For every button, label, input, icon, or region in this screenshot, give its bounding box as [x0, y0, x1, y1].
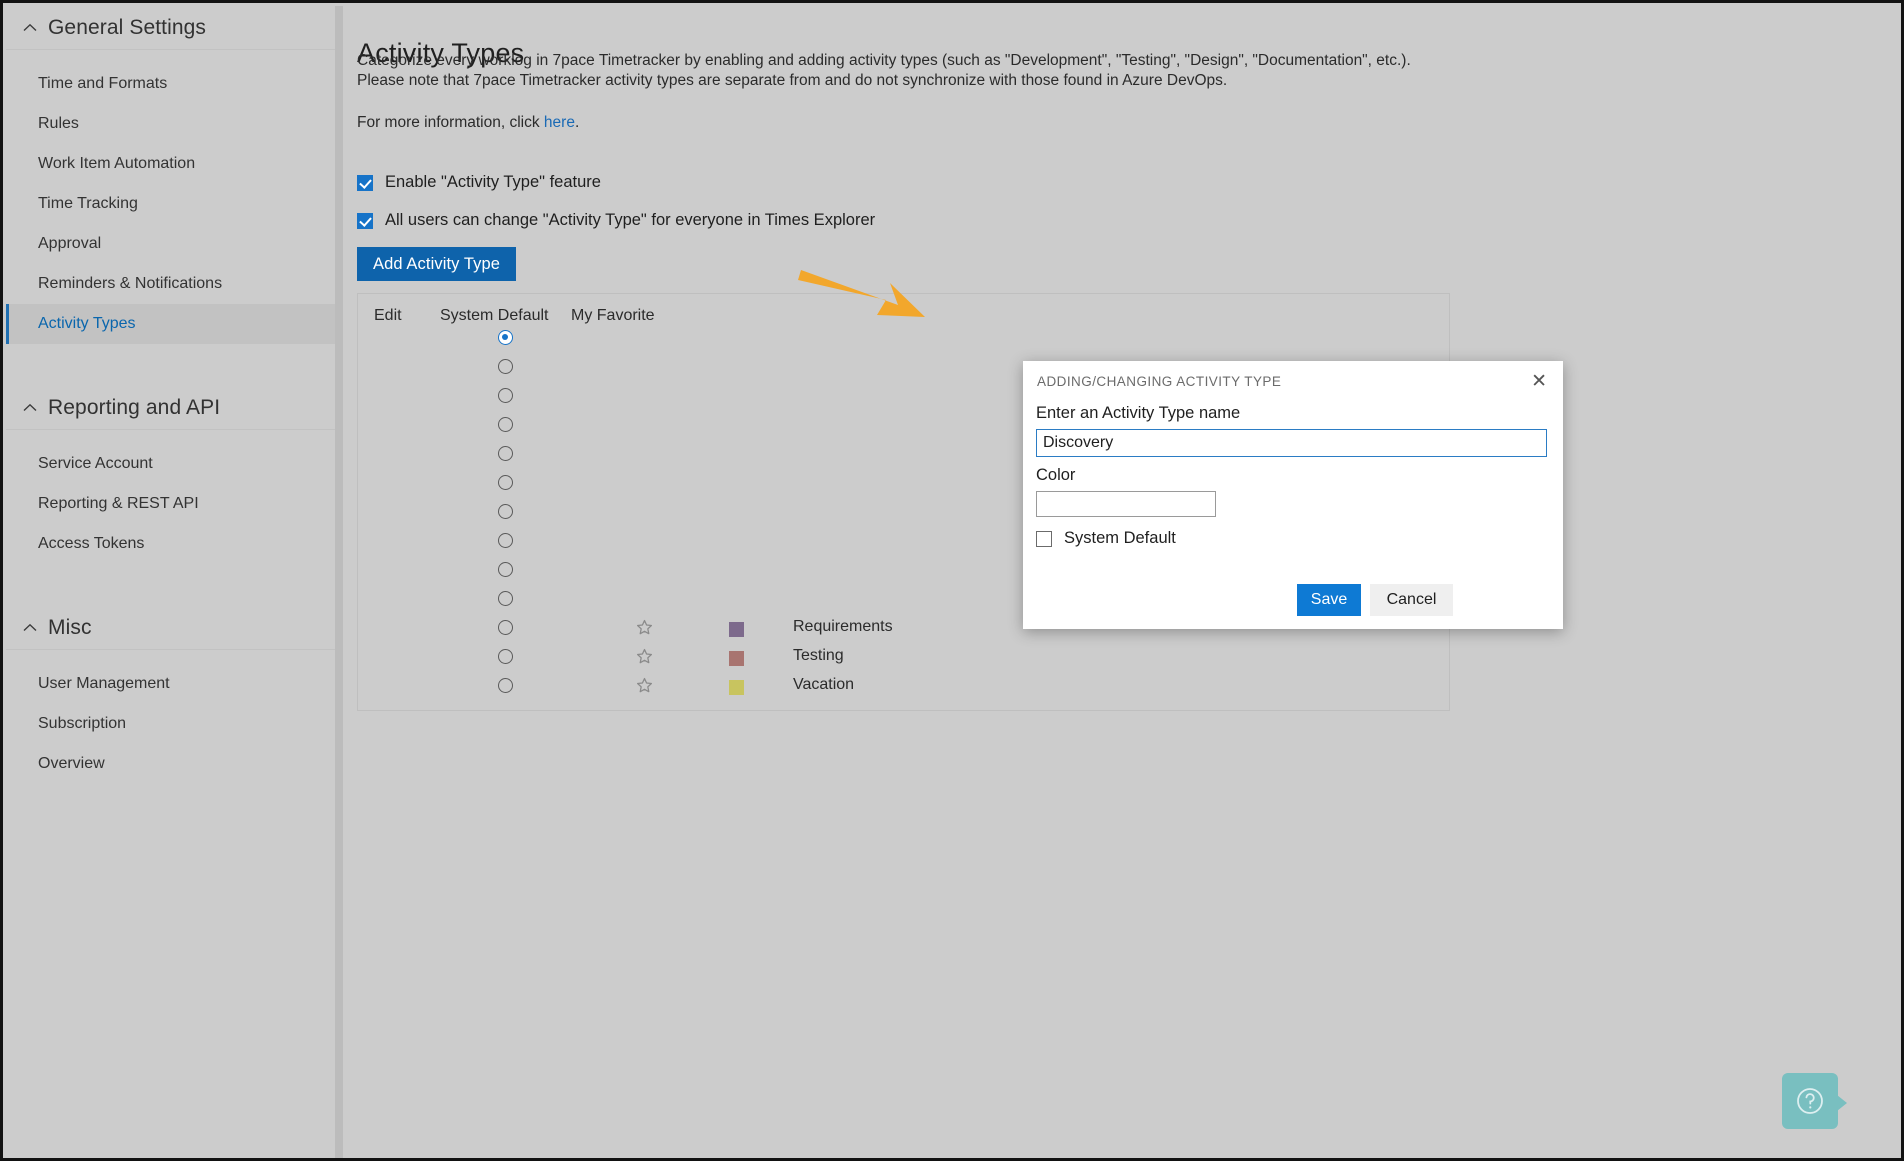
sidebar-item-user-management[interactable]: User Management	[6, 664, 335, 704]
more-information-text: For more information, click here.	[357, 114, 579, 132]
sidebar-item-subscription[interactable]: Subscription	[6, 704, 335, 744]
color-input[interactable]	[1036, 491, 1216, 517]
enable-activity-type-feature-checkbox-row[interactable]: Enable "Activity Type" feature	[357, 173, 601, 192]
system-default-radio[interactable]	[498, 678, 513, 693]
sidebar-item-label: Reminders & Notifications	[38, 275, 223, 292]
sidebar-item-rules[interactable]: Rules	[6, 104, 335, 144]
sidebar-item-access-tokens[interactable]: Access Tokens	[6, 524, 335, 564]
table-row[interactable]: Testing	[358, 645, 1449, 674]
close-icon[interactable]: ✕	[1527, 368, 1551, 395]
app-window: General Settings Time and Formats Rules …	[0, 0, 1904, 1161]
sidebar-group-label: General Settings	[48, 15, 207, 39]
system-default-radio[interactable]	[498, 388, 513, 403]
checkbox-label: All users can change "Activity Type" for…	[385, 211, 876, 229]
activity-type-name: Requirements	[793, 618, 893, 635]
page-description-line-2: Please note that 7pace Timetracker activ…	[357, 72, 1228, 89]
chevron-up-icon	[20, 398, 40, 418]
adding-changing-activity-type-dialog: ADDING/CHANGING ACTIVITY TYPE ✕ Enter an…	[1023, 361, 1563, 629]
system-default-radio[interactable]	[498, 620, 513, 635]
save-button[interactable]: Save	[1297, 584, 1361, 616]
sidebar-item-approval[interactable]: Approval	[6, 224, 335, 264]
more-info-prefix: For more information, click	[357, 114, 544, 131]
checkbox-checked-icon[interactable]	[357, 174, 373, 191]
sidebar-item-label: Reporting & REST API	[38, 495, 199, 512]
sidebar-group-misc[interactable]: Misc	[6, 606, 335, 650]
sidebar-item-work-item-automation[interactable]: Work Item Automation	[6, 144, 335, 184]
page-description-line-1: Categorize every worklog in 7pace Timetr…	[357, 52, 1411, 69]
all-users-can-change-checkbox-row[interactable]: All users can change "Activity Type" for…	[357, 211, 875, 230]
table-row[interactable]: Vacation	[358, 674, 1449, 703]
table-row[interactable]	[358, 326, 1449, 355]
sidebar-item-label: Time and Formats	[38, 75, 168, 92]
chevron-up-icon	[20, 18, 40, 38]
system-default-radio[interactable]	[498, 475, 513, 490]
sidebar-item-activity-types[interactable]: Activity Types	[6, 304, 335, 344]
system-default-radio[interactable]	[498, 562, 513, 577]
system-default-radio[interactable]	[498, 533, 513, 548]
sidebar-item-overview[interactable]: Overview	[6, 744, 335, 784]
sidebar-item-label: Time Tracking	[38, 195, 138, 212]
sidebar-group-label: Reporting and API	[48, 395, 221, 419]
sidebar-item-label: Approval	[38, 235, 102, 252]
settings-sidebar: General Settings Time and Formats Rules …	[6, 6, 335, 1158]
sidebar-group-general-settings[interactable]: General Settings	[6, 6, 335, 50]
system-default-radio[interactable]	[498, 417, 513, 432]
star-icon[interactable]	[635, 647, 654, 666]
sidebar-item-label: Rules	[38, 115, 79, 132]
sidebar-item-label: Subscription	[38, 715, 127, 732]
checkbox-checked-icon[interactable]	[357, 212, 373, 229]
system-default-radio[interactable]	[498, 591, 513, 606]
checkbox-label: Enable "Activity Type" feature	[385, 173, 601, 191]
column-header-system-default: System Default	[440, 307, 549, 324]
add-activity-type-button[interactable]: Add Activity Type	[357, 247, 517, 281]
sidebar-item-time-tracking[interactable]: Time Tracking	[6, 184, 335, 224]
star-icon[interactable]	[635, 676, 654, 695]
color-swatch	[729, 651, 744, 666]
sidebar-item-label: User Management	[38, 675, 170, 692]
cancel-button[interactable]: Cancel	[1370, 584, 1453, 616]
system-default-radio[interactable]	[498, 649, 513, 664]
help-button[interactable]	[1782, 1073, 1847, 1129]
sidebar-item-label: Activity Types	[38, 315, 136, 332]
chevron-up-icon	[20, 618, 40, 638]
dialog-title: ADDING/CHANGING ACTIVITY TYPE	[1037, 374, 1282, 389]
sidebar-item-service-account[interactable]: Service Account	[6, 444, 335, 484]
color-swatch	[729, 622, 744, 637]
column-header-my-favorite: My Favorite	[571, 307, 655, 324]
sidebar-divider	[335, 6, 343, 1158]
sidebar-item-label: Service Account	[38, 455, 153, 472]
activity-type-name: Vacation	[793, 676, 855, 693]
sidebar-group-reporting-and-api[interactable]: Reporting and API	[6, 386, 335, 430]
question-mark-icon	[1797, 1088, 1823, 1114]
dialog-system-default-checkbox-row[interactable]: System Default	[1036, 529, 1176, 548]
main-content: Activity Types Categorize every worklog …	[343, 6, 1898, 1155]
checkbox-unchecked-icon[interactable]	[1036, 530, 1052, 547]
bubble-tail	[1837, 1095, 1847, 1111]
star-icon[interactable]	[635, 618, 654, 637]
sidebar-item-label: Work Item Automation	[38, 155, 196, 172]
sidebar-item-reporting-rest-api[interactable]: Reporting & REST API	[6, 484, 335, 524]
sidebar-item-time-and-formats[interactable]: Time and Formats	[6, 64, 335, 104]
sidebar-item-reminders-notifications[interactable]: Reminders & Notifications	[6, 264, 335, 304]
activity-type-name-input[interactable]	[1036, 429, 1547, 457]
color-label: Color	[1036, 466, 1076, 484]
more-info-suffix: .	[574, 114, 580, 131]
system-default-radio[interactable]	[498, 504, 513, 519]
sidebar-item-label: Overview	[38, 755, 105, 772]
more-info-link[interactable]: here	[544, 114, 575, 131]
sidebar-item-label: Access Tokens	[38, 535, 145, 552]
activity-type-name-label: Enter an Activity Type name	[1036, 404, 1241, 422]
system-default-radio[interactable]	[498, 446, 513, 461]
checkbox-label: System Default	[1064, 529, 1176, 547]
column-header-edit: Edit	[374, 307, 402, 324]
system-default-radio[interactable]	[498, 359, 513, 374]
color-swatch	[729, 680, 744, 695]
activity-type-name: Testing	[793, 647, 844, 664]
sidebar-group-label: Misc	[48, 615, 92, 639]
system-default-radio-selected[interactable]	[498, 330, 513, 345]
